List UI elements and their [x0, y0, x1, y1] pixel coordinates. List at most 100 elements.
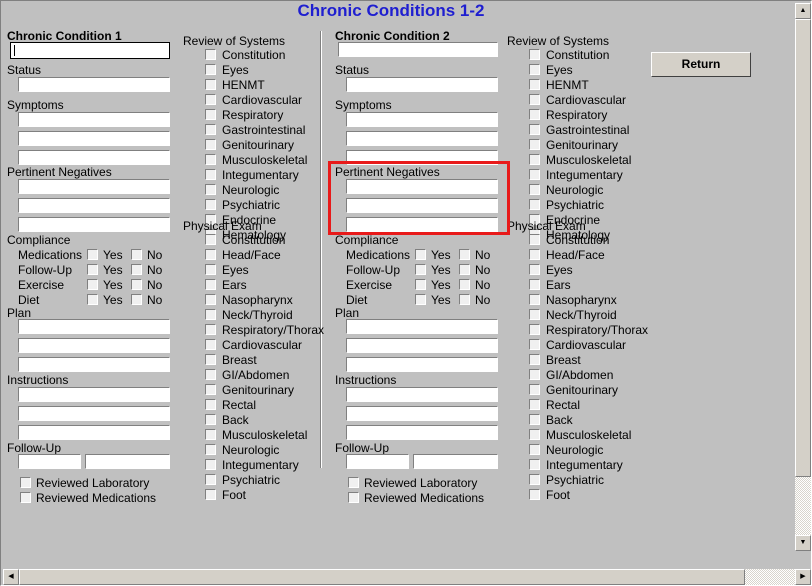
- return-button[interactable]: Return: [651, 52, 751, 77]
- pe-checkbox-6[interactable]: [205, 309, 216, 320]
- followup-input-2[interactable]: [85, 454, 170, 469]
- pe-checkbox-17[interactable]: [529, 474, 540, 485]
- pertinent-negatives-input-3[interactable]: [18, 217, 170, 232]
- plan-input-3[interactable]: [18, 357, 170, 372]
- ros-checkbox-3[interactable]: [205, 79, 216, 90]
- instructions-input-2[interactable]: [18, 406, 170, 421]
- compliance-yes-checkbox-3[interactable]: [415, 279, 426, 290]
- instructions-input-3[interactable]: [346, 425, 498, 440]
- pe-checkbox-11[interactable]: [205, 384, 216, 395]
- pe-checkbox-13[interactable]: [205, 414, 216, 425]
- plan-input-3[interactable]: [346, 357, 498, 372]
- pe-checkbox-2[interactable]: [205, 249, 216, 260]
- pertinent-negatives-input-2[interactable]: [18, 198, 170, 213]
- scroll-left-button[interactable]: ◀: [3, 569, 19, 585]
- pe-checkbox-10[interactable]: [529, 369, 540, 380]
- pe-checkbox-8[interactable]: [205, 339, 216, 350]
- symptoms-input-1[interactable]: [346, 112, 498, 127]
- ros-checkbox-1[interactable]: [205, 49, 216, 60]
- pertinent-negatives-input-1[interactable]: [346, 179, 498, 194]
- compliance-yes-checkbox-4[interactable]: [87, 294, 98, 305]
- ros-checkbox-10[interactable]: [529, 184, 540, 195]
- pe-checkbox-16[interactable]: [205, 459, 216, 470]
- compliance-no-checkbox-1[interactable]: [459, 249, 470, 260]
- status-input[interactable]: [18, 77, 170, 92]
- reviewed-medications-checkbox[interactable]: [20, 492, 31, 503]
- ros-checkbox-4[interactable]: [205, 94, 216, 105]
- symptoms-input-3[interactable]: [346, 150, 498, 165]
- symptoms-input-3[interactable]: [18, 150, 170, 165]
- ros-checkbox-3[interactable]: [529, 79, 540, 90]
- pertinent-negatives-input-3[interactable]: [346, 217, 498, 232]
- pe-checkbox-6[interactable]: [529, 309, 540, 320]
- reviewed-laboratory-checkbox[interactable]: [348, 477, 359, 488]
- pe-checkbox-2[interactable]: [529, 249, 540, 260]
- ros-checkbox-1[interactable]: [529, 49, 540, 60]
- compliance-yes-checkbox-3[interactable]: [87, 279, 98, 290]
- pe-checkbox-9[interactable]: [529, 354, 540, 365]
- pe-checkbox-16[interactable]: [529, 459, 540, 470]
- compliance-no-checkbox-2[interactable]: [459, 264, 470, 275]
- ros-checkbox-8[interactable]: [529, 154, 540, 165]
- plan-input-1[interactable]: [346, 319, 498, 334]
- pe-checkbox-15[interactable]: [205, 444, 216, 455]
- compliance-yes-checkbox-2[interactable]: [87, 264, 98, 275]
- pe-checkbox-13[interactable]: [529, 414, 540, 425]
- plan-input-2[interactable]: [18, 338, 170, 353]
- followup-input-1[interactable]: [18, 454, 81, 469]
- instructions-input-3[interactable]: [18, 425, 170, 440]
- ros-checkbox-10[interactable]: [205, 184, 216, 195]
- pe-checkbox-7[interactable]: [529, 324, 540, 335]
- ros-checkbox-4[interactable]: [529, 94, 540, 105]
- ros-checkbox-2[interactable]: [529, 64, 540, 75]
- ros-checkbox-8[interactable]: [205, 154, 216, 165]
- compliance-no-checkbox-2[interactable]: [131, 264, 142, 275]
- ros-checkbox-11[interactable]: [529, 199, 540, 210]
- instructions-input-1[interactable]: [346, 387, 498, 402]
- instructions-input-2[interactable]: [346, 406, 498, 421]
- symptoms-input-2[interactable]: [18, 131, 170, 146]
- ros-checkbox-11[interactable]: [205, 199, 216, 210]
- pe-checkbox-18[interactable]: [205, 489, 216, 500]
- status-input[interactable]: [346, 77, 498, 92]
- symptoms-input-2[interactable]: [346, 131, 498, 146]
- reviewed-medications-checkbox[interactable]: [348, 492, 359, 503]
- pertinent-negatives-input-2[interactable]: [346, 198, 498, 213]
- compliance-yes-checkbox-1[interactable]: [415, 249, 426, 260]
- pe-checkbox-15[interactable]: [529, 444, 540, 455]
- scroll-right-button[interactable]: ▶: [795, 569, 811, 585]
- reviewed-laboratory-checkbox[interactable]: [20, 477, 31, 488]
- pe-checkbox-17[interactable]: [205, 474, 216, 485]
- ros-checkbox-5[interactable]: [529, 109, 540, 120]
- pe-checkbox-18[interactable]: [529, 489, 540, 500]
- compliance-no-checkbox-4[interactable]: [131, 294, 142, 305]
- pe-checkbox-1[interactable]: [205, 234, 216, 245]
- pe-checkbox-3[interactable]: [529, 264, 540, 275]
- followup-input-1[interactable]: [346, 454, 409, 469]
- compliance-yes-checkbox-4[interactable]: [415, 294, 426, 305]
- pe-checkbox-5[interactable]: [529, 294, 540, 305]
- ros-checkbox-9[interactable]: [205, 169, 216, 180]
- ros-checkbox-7[interactable]: [529, 139, 540, 150]
- pe-checkbox-12[interactable]: [205, 399, 216, 410]
- pe-checkbox-1[interactable]: [529, 234, 540, 245]
- plan-input-2[interactable]: [346, 338, 498, 353]
- pe-checkbox-8[interactable]: [529, 339, 540, 350]
- horizontal-scroll-thumb[interactable]: [19, 569, 745, 585]
- ros-checkbox-6[interactable]: [529, 124, 540, 135]
- compliance-yes-checkbox-1[interactable]: [87, 249, 98, 260]
- vertical-scroll-thumb[interactable]: [795, 19, 811, 477]
- pe-checkbox-7[interactable]: [205, 324, 216, 335]
- ros-checkbox-2[interactable]: [205, 64, 216, 75]
- pe-checkbox-11[interactable]: [529, 384, 540, 395]
- compliance-yes-checkbox-2[interactable]: [415, 264, 426, 275]
- symptoms-input-1[interactable]: [18, 112, 170, 127]
- condition-name-input[interactable]: [338, 42, 498, 57]
- compliance-no-checkbox-3[interactable]: [131, 279, 142, 290]
- ros-checkbox-7[interactable]: [205, 139, 216, 150]
- pertinent-negatives-input-1[interactable]: [18, 179, 170, 194]
- followup-input-2[interactable]: [413, 454, 498, 469]
- scroll-up-button[interactable]: ▲: [795, 3, 811, 19]
- plan-input-1[interactable]: [18, 319, 170, 334]
- ros-checkbox-5[interactable]: [205, 109, 216, 120]
